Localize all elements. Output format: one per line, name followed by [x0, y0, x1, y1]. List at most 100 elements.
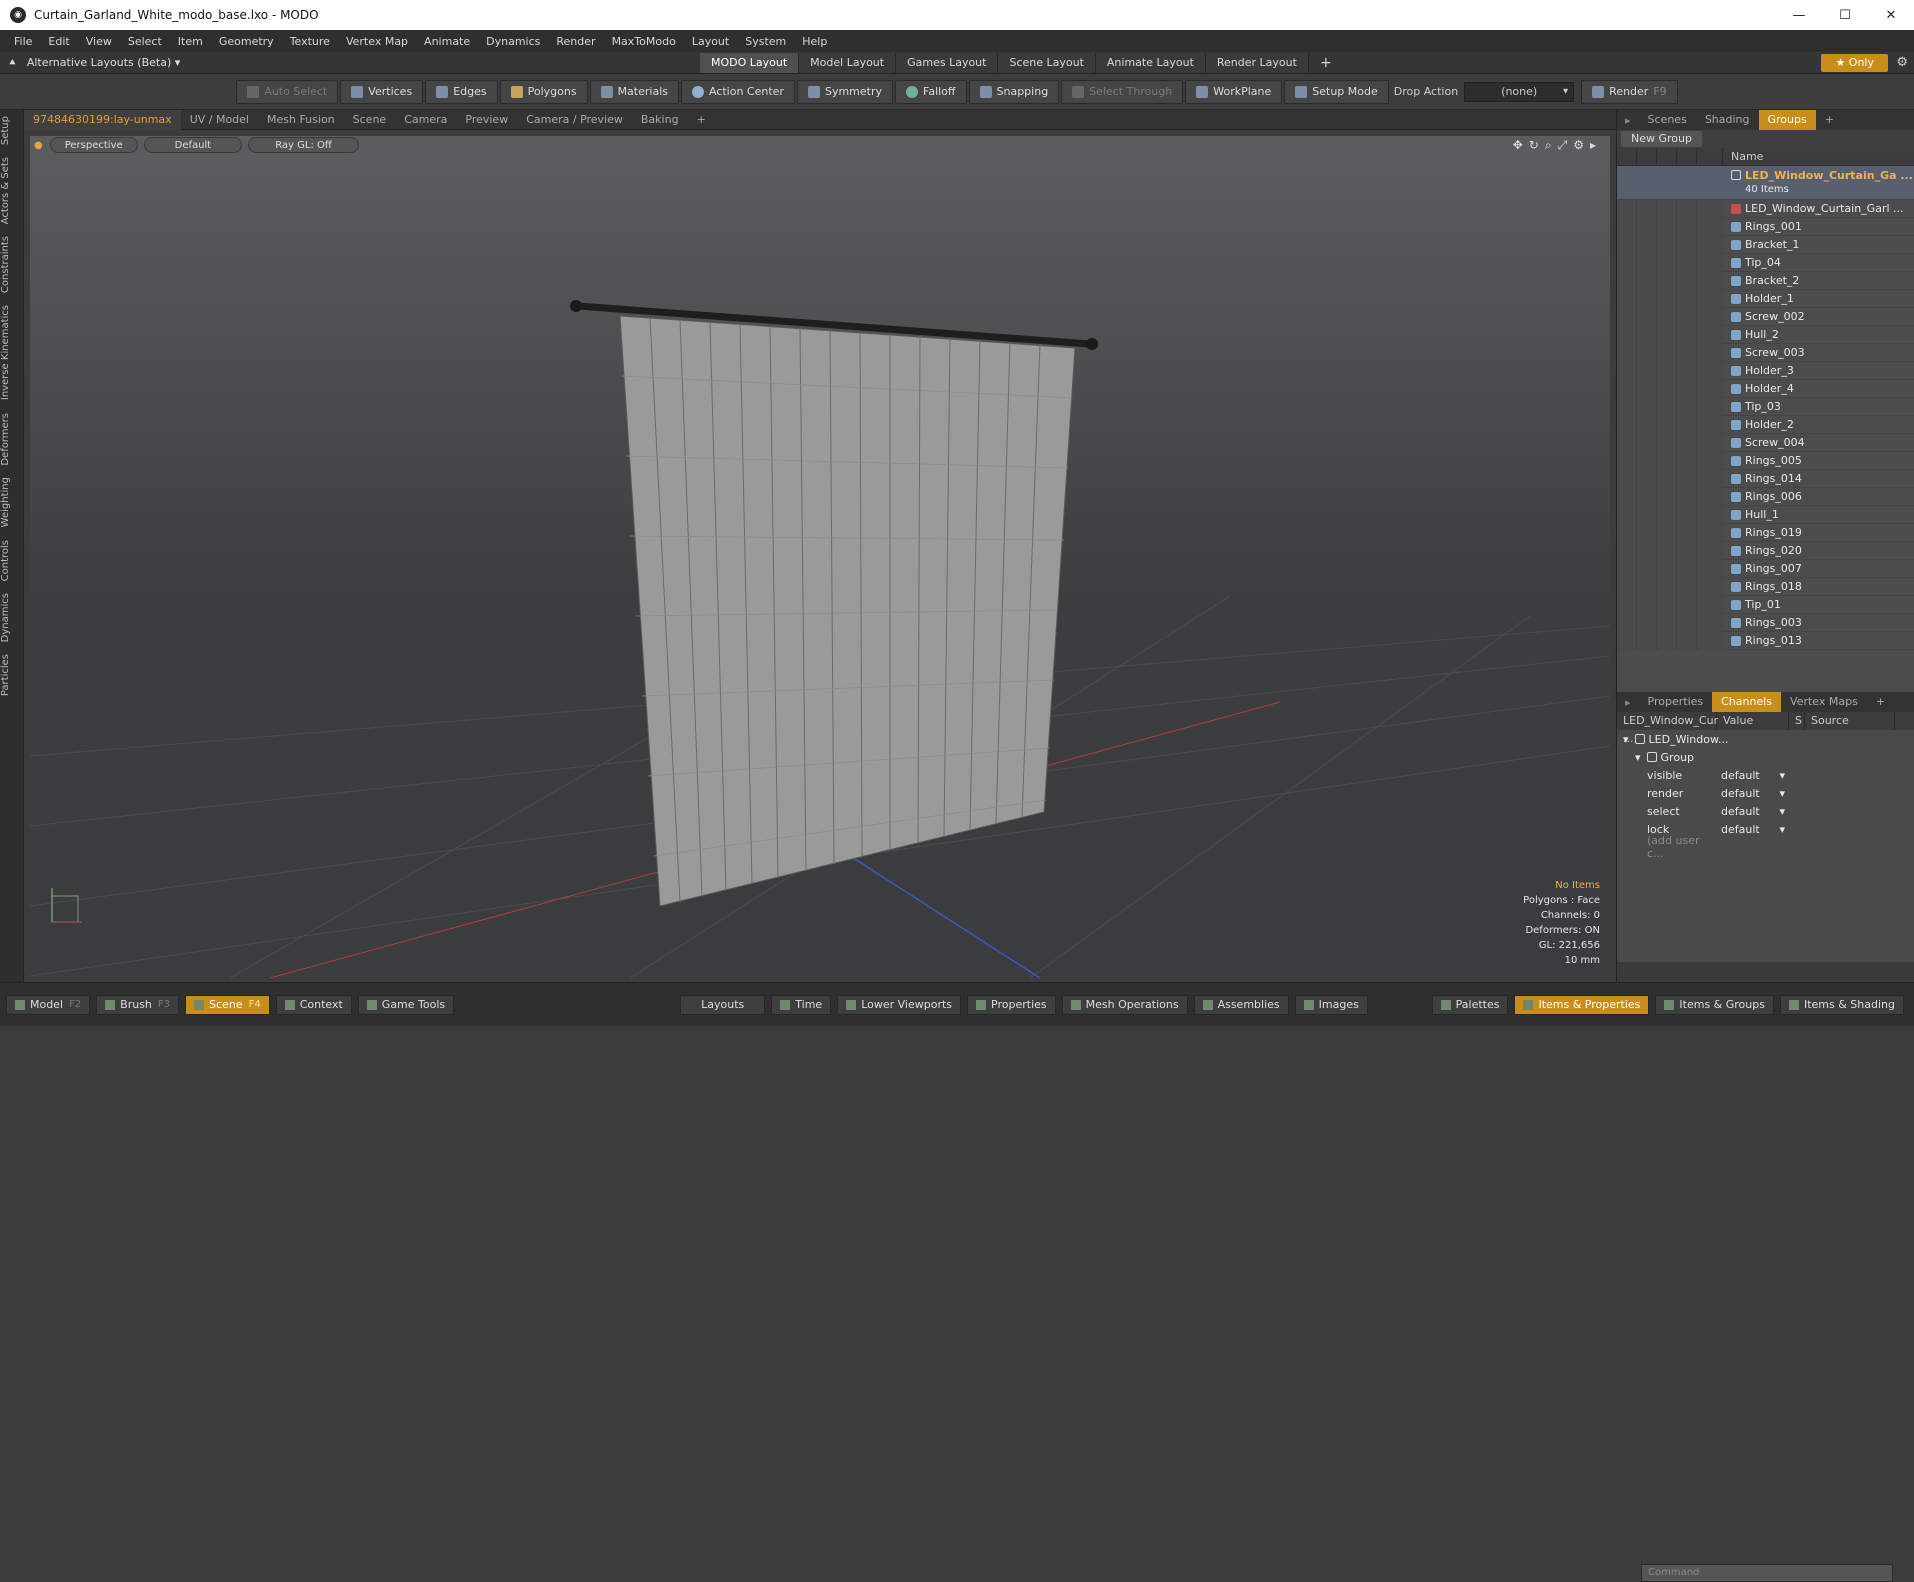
channels-group-row[interactable]: ▾ Group	[1617, 748, 1914, 766]
list-item[interactable]: Rings_020	[1617, 541, 1914, 560]
side-tab-controls[interactable]: Controls	[0, 534, 24, 587]
scene-button[interactable]: Scene F4	[185, 994, 270, 1015]
select-col-icon[interactable]	[1677, 147, 1697, 166]
menu-maxtomodo[interactable]: MaxToModo	[604, 35, 684, 48]
list-item[interactable]: Rings_014	[1617, 469, 1914, 488]
tab-viewport-main[interactable]: 97484630199:lay-unmax	[24, 109, 181, 130]
visibility-col-icon[interactable]	[1617, 147, 1637, 166]
list-item[interactable]: Screw_002	[1617, 307, 1914, 326]
list-item[interactable]: Screw_004	[1617, 433, 1914, 452]
tab-camera-preview[interactable]: Camera / Preview	[517, 110, 632, 130]
time-button[interactable]: Time	[771, 994, 832, 1015]
items-groups-button[interactable]: Items & Groups	[1655, 994, 1774, 1015]
items-shading-button[interactable]: Items & Shading	[1779, 994, 1904, 1015]
render-col-icon[interactable]	[1637, 147, 1657, 166]
tab-scenes[interactable]: Scenes	[1639, 110, 1696, 130]
group-root-row[interactable]: LED_Window_Curtain_Ga ... 40 Items	[1617, 166, 1914, 200]
list-item[interactable]: Holder_1	[1617, 289, 1914, 308]
menu-layout[interactable]: Layout	[684, 35, 737, 48]
render-value-select[interactable]: default ▾	[1717, 787, 1789, 800]
brush-button[interactable]: Brush F3	[96, 994, 180, 1015]
add-panel-tab-button[interactable]: +	[1816, 110, 1843, 130]
list-item[interactable]: Holder_4	[1617, 379, 1914, 398]
add-lower-tab-button[interactable]: +	[1867, 692, 1894, 712]
layouts-button[interactable]: Layouts	[680, 994, 766, 1015]
images-button[interactable]: Images	[1294, 994, 1368, 1015]
assemblies-button[interactable]: Assemblies	[1193, 994, 1289, 1015]
tab-animate-layout[interactable]: Animate Layout	[1095, 52, 1206, 73]
menu-animate[interactable]: Animate	[416, 35, 478, 48]
list-item[interactable]: Rings_005	[1617, 451, 1914, 470]
maximize-button[interactable]: ☐	[1822, 0, 1868, 30]
close-button[interactable]: ✕	[1868, 0, 1914, 30]
side-tab-weighting[interactable]: Weighting	[0, 471, 24, 533]
game-tools-button[interactable]: Game Tools	[357, 994, 455, 1015]
edges-button[interactable]: Edges	[425, 79, 498, 104]
list-item[interactable]: Rings_007	[1617, 559, 1914, 578]
list-item[interactable]: Rings_018	[1617, 577, 1914, 596]
tab-groups[interactable]: Groups	[1758, 110, 1816, 130]
falloff-button[interactable]: Falloff	[895, 79, 967, 104]
tab-shading[interactable]: Shading	[1696, 110, 1759, 130]
command-input[interactable]: Command	[1641, 1564, 1893, 1582]
select-through-button[interactable]: Select Through	[1061, 79, 1184, 104]
panel-arrow-icon[interactable]: ▸	[1617, 114, 1639, 127]
channel-row-select[interactable]: select default ▾	[1617, 802, 1914, 820]
alternative-layouts-dropdown[interactable]: ⯅ Alternative Layouts (Beta) ▾	[0, 56, 700, 70]
palettes-button[interactable]: Palettes	[1431, 994, 1509, 1015]
expand-arrow-icon[interactable]: ▾	[1617, 751, 1647, 764]
tab-games-layout[interactable]: Games Layout	[896, 52, 999, 73]
items-properties-button[interactable]: Items & Properties	[1514, 994, 1650, 1015]
tab-vertex-maps[interactable]: Vertex Maps	[1781, 692, 1867, 712]
menu-render[interactable]: Render	[548, 35, 603, 48]
side-tab-setup[interactable]: Setup	[0, 110, 24, 151]
tab-uv-model[interactable]: UV / Model	[181, 110, 258, 130]
menu-edit[interactable]: Edit	[40, 35, 77, 48]
tab-channels[interactable]: Channels	[1712, 692, 1782, 712]
list-item[interactable]: Hull_2	[1617, 325, 1914, 344]
side-tab-constraints[interactable]: Constraints	[0, 230, 24, 299]
expand-arrow-icon[interactable]: ▾	[1617, 733, 1635, 746]
list-item[interactable]: Holder_2	[1617, 415, 1914, 434]
context-button[interactable]: Context	[275, 994, 352, 1015]
side-tab-actors-sets[interactable]: Actors & Sets	[0, 151, 24, 230]
workplane-button[interactable]: WorkPlane	[1185, 79, 1283, 104]
tab-scene-layout[interactable]: Scene Layout	[998, 52, 1096, 73]
tab-mesh-fusion[interactable]: Mesh Fusion	[258, 110, 344, 130]
vertices-button[interactable]: Vertices	[340, 79, 424, 104]
symmetry-button[interactable]: Symmetry	[796, 79, 894, 104]
list-item[interactable]: Bracket_1	[1617, 235, 1914, 254]
tab-render-layout[interactable]: Render Layout	[1205, 52, 1309, 73]
mesh-operations-button[interactable]: Mesh Operations	[1061, 994, 1188, 1015]
channel-row-render[interactable]: render default ▾	[1617, 784, 1914, 802]
menu-system[interactable]: System	[737, 35, 794, 48]
list-item[interactable]: Rings_013	[1617, 631, 1914, 650]
list-item[interactable]: Tip_04	[1617, 253, 1914, 272]
model-button[interactable]: Model F2	[6, 994, 91, 1015]
list-item[interactable]: Tip_01	[1617, 595, 1914, 614]
side-tab-deformers[interactable]: Deformers	[0, 407, 24, 472]
properties-button[interactable]: Properties	[967, 994, 1056, 1015]
add-user-channel-row[interactable]: (add user c...	[1617, 834, 1914, 860]
list-item[interactable]: Tip_03	[1617, 397, 1914, 416]
visible-value-select[interactable]: default ▾	[1717, 769, 1789, 782]
list-item[interactable]: Rings_003	[1617, 613, 1914, 632]
channel-row-visible[interactable]: visible default ▾	[1617, 766, 1914, 784]
lock-value-select[interactable]: default ▾	[1717, 823, 1789, 836]
minimize-button[interactable]: —	[1776, 0, 1822, 30]
lower-panel-arrow-icon[interactable]: ▸	[1617, 696, 1639, 709]
list-item[interactable]: LED_Window_Curtain_Garl ...	[1617, 199, 1914, 218]
channels-root-row[interactable]: ▾ LED_Window...	[1617, 730, 1914, 748]
lock-col-icon[interactable]	[1657, 147, 1677, 166]
menu-item[interactable]: Item	[170, 35, 211, 48]
menu-file[interactable]: File	[6, 35, 40, 48]
select-value-select[interactable]: default ▾	[1717, 805, 1789, 818]
list-item[interactable]: Holder_3	[1617, 361, 1914, 380]
list-item[interactable]: Rings_001	[1617, 217, 1914, 236]
render-button[interactable]: Render F9	[1581, 79, 1678, 104]
side-tab-dynamics[interactable]: Dynamics	[0, 587, 24, 648]
list-item[interactable]: Rings_019	[1617, 523, 1914, 542]
materials-button[interactable]: Materials	[589, 79, 679, 104]
tab-modo-layout[interactable]: MODO Layout	[700, 52, 800, 73]
auto-select-button[interactable]: Auto Select	[236, 79, 339, 104]
